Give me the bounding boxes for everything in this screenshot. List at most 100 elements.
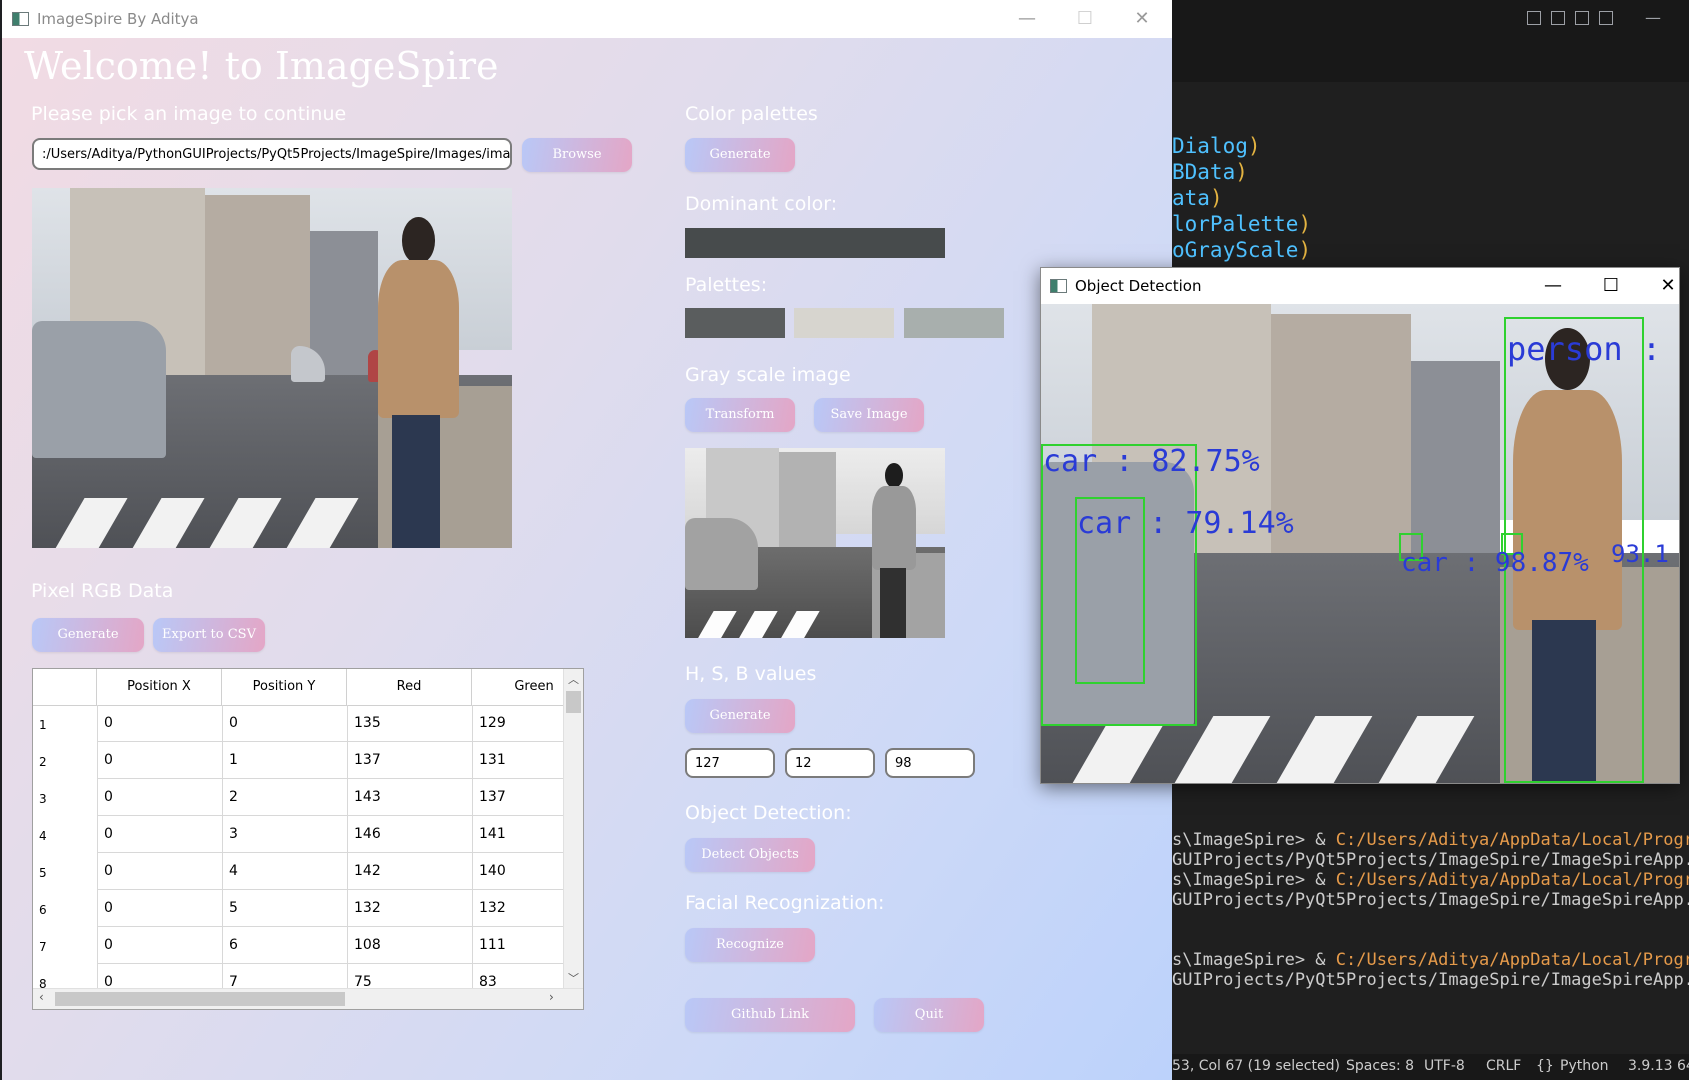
code-line: lorPalette) [1172, 212, 1312, 236]
pixel-generate-button[interactable]: Generate [32, 618, 144, 652]
language-status[interactable]: Python [1560, 1058, 1609, 1074]
table-cell[interactable]: 0 [97, 853, 222, 890]
person-detection-label: person : 9 [1507, 330, 1679, 368]
table-cell[interactable]: 1 [222, 742, 347, 779]
row-number: 7 [39, 940, 47, 954]
column-header[interactable]: Red [347, 669, 472, 705]
vertical-scrollbar[interactable]: ︿ ﹀ [563, 669, 583, 988]
window-title: ImageSpire By Aditya [37, 10, 199, 28]
browse-button[interactable]: Browse [522, 138, 632, 172]
image-path-field[interactable]: :/Users/Aditya/PythonGUIProjects/PyQt5Pr… [32, 138, 512, 170]
terminal-line: GUIProjects/PyQt5Projects/ImageSpire/Ima… [1172, 850, 1689, 870]
scroll-up-icon[interactable]: ︿ [568, 671, 579, 687]
table-row[interactable]: 3 0 2 143 137 [33, 779, 583, 816]
table-row[interactable]: 4 0 3 146 141 [33, 816, 583, 853]
hscroll-thumb[interactable] [55, 992, 345, 1006]
palette-swatch [794, 308, 894, 338]
table-row[interactable]: 7 0 6 108 111 [33, 927, 583, 964]
table-cell[interactable]: 142 [347, 853, 472, 890]
table-cell[interactable]: 137 [347, 742, 472, 779]
row-number: 6 [39, 903, 47, 917]
eol-status[interactable]: CRLF [1486, 1058, 1521, 1074]
table-cell[interactable]: 0 [97, 742, 222, 779]
python-version-status[interactable]: 3.9.13 64 [1628, 1058, 1689, 1074]
github-link-button[interactable]: Github Link [685, 998, 855, 1032]
column-header[interactable]: Position X [97, 669, 222, 705]
quit-button[interactable]: Quit [874, 998, 984, 1032]
table-cell[interactable]: 108 [347, 927, 472, 964]
minimize-icon[interactable]: — [1645, 8, 1661, 27]
app-icon [1050, 279, 1067, 293]
pick-image-prompt: Please pick an image to continue [31, 103, 347, 125]
toggle-sidebar-icon[interactable] [1527, 11, 1541, 25]
transform-button[interactable]: Transform [685, 398, 795, 432]
scroll-thumb[interactable] [566, 691, 581, 713]
palette-generate-button[interactable]: Generate [685, 138, 795, 172]
object-detection-heading: Object Detection: [685, 802, 852, 824]
table-cell[interactable]: 4 [222, 853, 347, 890]
encoding-status[interactable]: UTF-8 [1424, 1058, 1465, 1074]
pixel-rgb-heading: Pixel RGB Data [31, 580, 174, 602]
table-header: Position X Position Y Red Green [33, 669, 563, 706]
cursor-position[interactable]: 53, Col 67 (19 selected) [1172, 1058, 1340, 1074]
code-line: Dialog) [1172, 134, 1261, 158]
scroll-down-icon[interactable]: ﹀ [568, 970, 579, 986]
palettes-heading: Palettes: [685, 274, 768, 296]
table-cell[interactable]: 0 [97, 816, 222, 853]
table-cell[interactable]: 0 [222, 705, 347, 742]
row-number: 3 [39, 792, 47, 806]
table-row[interactable]: 6 0 5 132 132 [33, 890, 583, 927]
table-row[interactable]: 2 0 1 137 131 [33, 742, 583, 779]
code-line: oGrayScale) [1172, 238, 1312, 262]
horizontal-scrollbar[interactable]: ‹ › [33, 988, 583, 1009]
table-cell[interactable]: 6 [222, 927, 347, 964]
table-cell[interactable]: 132 [347, 890, 472, 927]
terminal-line: s\ImageSpire> & C:/Users/Aditya/AppData/… [1172, 830, 1689, 850]
table-cell[interactable]: 5 [222, 890, 347, 927]
close-button[interactable]: ✕ [1119, 0, 1165, 38]
table-cell[interactable]: 0 [97, 705, 222, 742]
terminal-line: s\ImageSpire> & C:/Users/Aditya/AppData/… [1172, 870, 1689, 890]
car-detection-label: car : 79.14% [1077, 506, 1294, 541]
palette-swatch [685, 308, 785, 338]
hsb-generate-button[interactable]: Generate [685, 699, 795, 733]
indentation-status[interactable]: Spaces: 8 [1346, 1058, 1414, 1074]
detection-result-image: person : 9 car : 82.75% car : 79.14% car… [1041, 304, 1679, 783]
table-cell[interactable]: 135 [347, 705, 472, 742]
table-cell[interactable]: 3 [222, 816, 347, 853]
table-row[interactable]: 5 0 4 142 140 [33, 853, 583, 890]
save-image-button[interactable]: Save Image [814, 398, 924, 432]
row-number: 1 [39, 718, 47, 732]
recognize-button[interactable]: Recognize [685, 928, 815, 962]
table-cell[interactable]: 146 [347, 816, 472, 853]
maximize-button[interactable]: ☐ [1588, 267, 1634, 305]
editor-toolbar: — [1170, 0, 1689, 82]
selected-image [32, 188, 512, 548]
object-detection-window: Object Detection — ☐ ✕ person : 9 car : … [1040, 267, 1680, 784]
maximize-button[interactable]: ☐ [1062, 0, 1108, 38]
table-row[interactable]: 1 0 0 135 129 [33, 705, 583, 742]
dominant-color-heading: Dominant color: [685, 193, 838, 215]
toggle-secondary-sidebar-icon[interactable] [1575, 11, 1589, 25]
minimize-button[interactable]: — [1530, 267, 1576, 305]
scroll-left-icon[interactable]: ‹ [39, 990, 44, 1004]
braces-icon: {} [1536, 1058, 1554, 1074]
table-cell[interactable]: 143 [347, 779, 472, 816]
detect-objects-button[interactable]: Detect Objects [685, 838, 815, 872]
brightness-field[interactable]: 98 [885, 748, 975, 778]
scroll-right-icon[interactable]: › [549, 990, 554, 1004]
table-cell[interactable]: 2 [222, 779, 347, 816]
export-csv-button[interactable]: Export to CSV [153, 618, 265, 652]
table-cell[interactable]: 0 [97, 927, 222, 964]
terminal-line: s\ImageSpire> & C:/Users/Aditya/AppData/… [1172, 950, 1689, 970]
table-cell[interactable]: 0 [97, 779, 222, 816]
column-header[interactable]: Position Y [222, 669, 347, 705]
saturation-field[interactable]: 12 [785, 748, 875, 778]
minimize-button[interactable]: — [1004, 0, 1050, 38]
customize-layout-icon[interactable] [1599, 11, 1613, 25]
close-button[interactable]: ✕ [1645, 267, 1689, 305]
hue-field[interactable]: 127 [685, 748, 775, 778]
toggle-panel-icon[interactable] [1551, 11, 1565, 25]
corner-cell[interactable] [33, 669, 97, 705]
table-cell[interactable]: 0 [97, 890, 222, 927]
